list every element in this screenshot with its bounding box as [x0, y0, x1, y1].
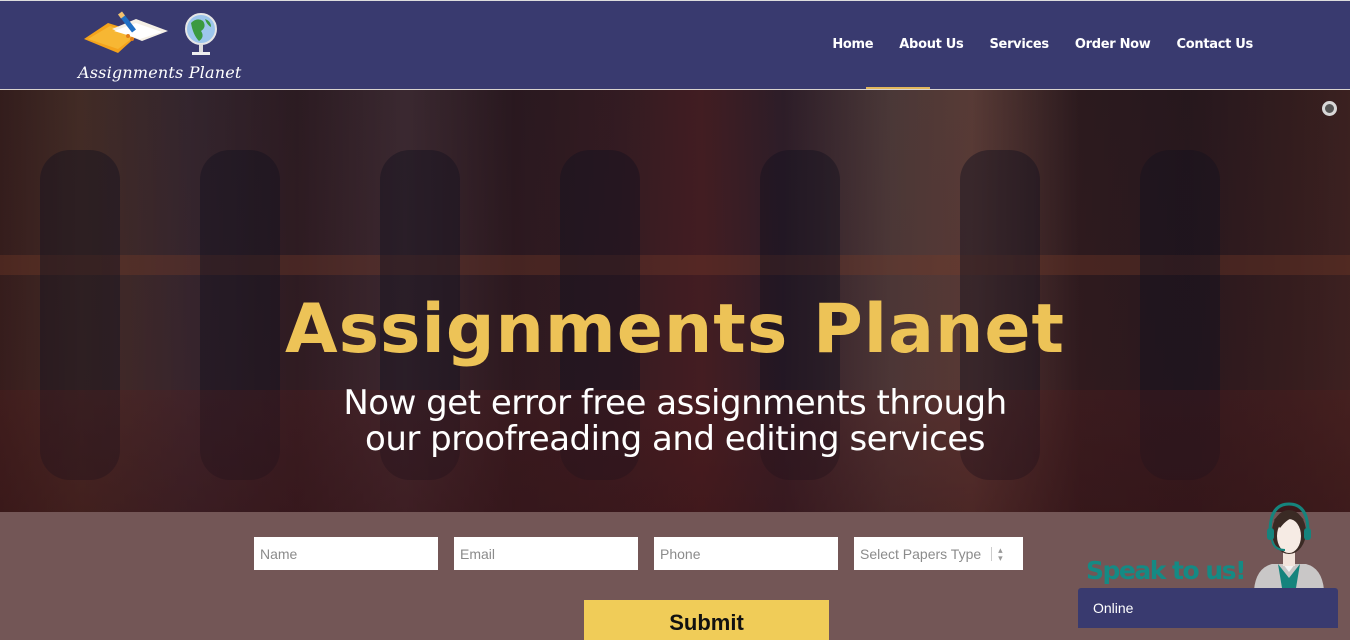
- hero-subtitle: Now get error free assignments through o…: [0, 385, 1350, 457]
- paper-type-selected: Select Papers Type: [860, 545, 982, 562]
- hero-subtitle-line1: Now get error free assignments through: [343, 383, 1007, 423]
- email-input[interactable]: [454, 537, 638, 570]
- nav-home[interactable]: Home: [819, 37, 886, 52]
- nav-contact-us[interactable]: Contact Us: [1164, 37, 1266, 52]
- globe-icon: [185, 13, 217, 55]
- notebook-pencil-icon: [84, 11, 168, 53]
- support-agent-icon: [1254, 502, 1324, 590]
- main-nav: Home About Us Services Order Now Contact…: [819, 37, 1266, 52]
- phone-input[interactable]: [654, 537, 838, 570]
- slider-dot[interactable]: [1322, 101, 1337, 116]
- nav-order-now[interactable]: Order Now: [1062, 37, 1164, 52]
- paper-type-select[interactable]: Select Papers Type ▴ ▾: [854, 537, 1023, 570]
- site-header: Assignments Planet Home About Us Service…: [0, 0, 1350, 89]
- speak-to-us-text: Speak to us!: [1086, 556, 1246, 585]
- name-input[interactable]: [254, 537, 438, 570]
- nav-about-us[interactable]: About Us: [886, 37, 976, 52]
- hero-title: Assignments Planet: [284, 290, 1066, 369]
- hero-subtitle-line2: our proofreading and editing services: [365, 419, 985, 459]
- submit-button[interactable]: Submit: [584, 600, 829, 640]
- logo[interactable]: Assignments Planet: [78, 9, 253, 85]
- select-separator: [991, 546, 993, 561]
- updown-arrow-icon: ▴ ▾: [998, 544, 1003, 563]
- chat-status-bar[interactable]: Online: [1078, 588, 1338, 628]
- logo-text: Assignments Planet: [78, 63, 242, 82]
- chat-status: Online: [1093, 600, 1134, 616]
- nav-services[interactable]: Services: [976, 37, 1061, 52]
